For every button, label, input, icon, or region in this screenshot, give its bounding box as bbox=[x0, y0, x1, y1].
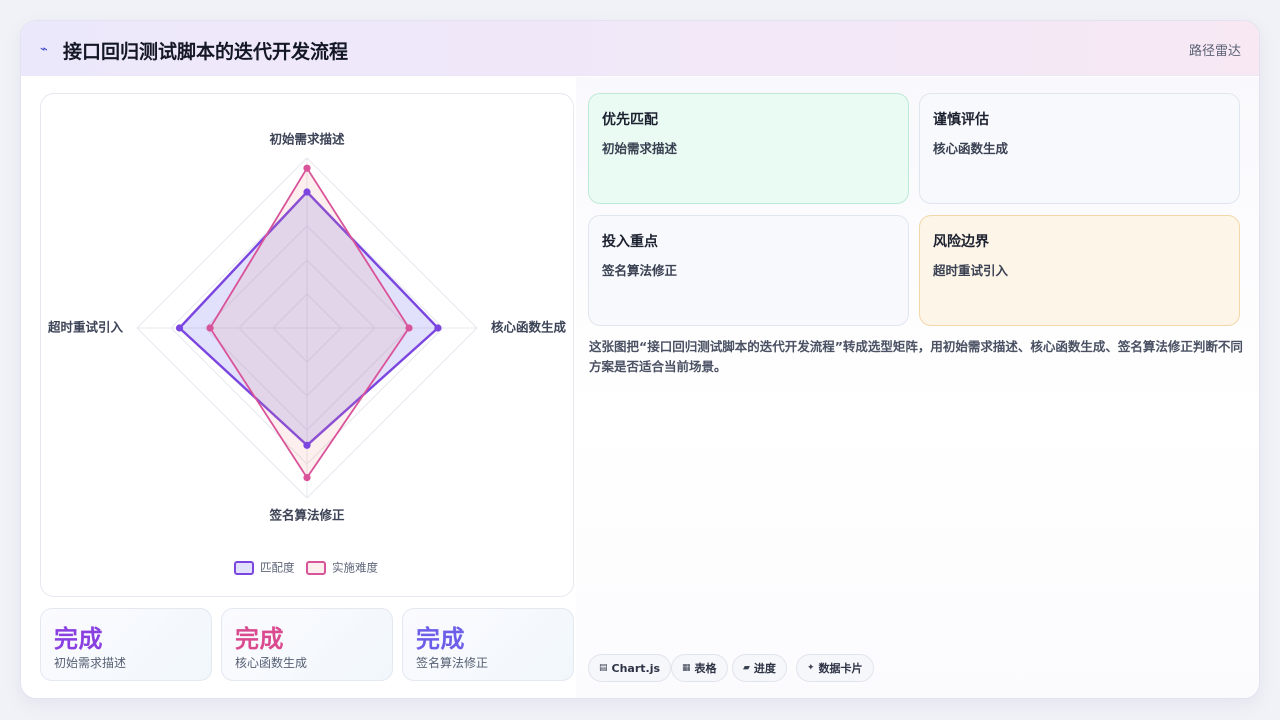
legend-swatch bbox=[306, 561, 326, 575]
data-point bbox=[175, 324, 184, 332]
card-title: 优先匹配 bbox=[602, 112, 658, 128]
card-title: 谨慎评估 bbox=[933, 112, 989, 128]
legend-label: 匹配度 bbox=[260, 561, 295, 575]
card-investment-focus[interactable]: 投入重点 签名算法修正 bbox=[588, 215, 909, 326]
stat-card-3: 完成 签名算法修正 bbox=[402, 608, 574, 681]
stat-value: 完成 bbox=[235, 625, 284, 653]
card-value: 核心函数生成 bbox=[933, 141, 1009, 156]
chip-label: Chart.js bbox=[611, 661, 661, 675]
stat-value: 完成 bbox=[54, 625, 103, 653]
data-point bbox=[303, 441, 311, 449]
stat-value: 完成 bbox=[416, 625, 465, 653]
card-priority-match[interactable]: 优先匹配 初始需求描述 bbox=[588, 93, 909, 204]
stat-card-2: 完成 核心函数生成 bbox=[221, 608, 393, 681]
data-point bbox=[405, 324, 413, 332]
chip-data-card[interactable]: ✦ 数据卡片 bbox=[796, 654, 874, 682]
sparkle-icon: ✦ bbox=[807, 663, 815, 673]
card-value: 超时重试引入 bbox=[933, 263, 1009, 278]
page-title: 接口回归测试脚本的迭代开发流程 bbox=[63, 41, 349, 63]
stat-label: 核心函数生成 bbox=[235, 656, 308, 670]
data-point bbox=[303, 188, 311, 196]
header-bar: ⌁ 接口回归测试脚本的迭代开发流程 路径雷达 bbox=[21, 21, 1259, 76]
chip-chartjs[interactable]: ▤ Chart.js bbox=[588, 654, 672, 682]
table-icon: ▤ bbox=[599, 663, 608, 673]
data-point bbox=[434, 324, 442, 332]
data-point bbox=[303, 474, 311, 482]
header-tag: 路径雷达 bbox=[1188, 44, 1241, 59]
chip-table[interactable]: ▦ 表格 bbox=[671, 654, 728, 682]
radar-chart-card: 初始需求描述核心函数生成签名算法修正 超时重试引入匹配度 实施难度 bbox=[40, 93, 574, 597]
card-title: 投入重点 bbox=[602, 234, 658, 250]
legend-swatch bbox=[234, 561, 254, 575]
dashboard-frame: ⌁ 接口回归测试脚本的迭代开发流程 路径雷达 初始需求描述 核心函数生成 签名算法修… bbox=[20, 20, 1260, 699]
trend-icon: ⌁ bbox=[40, 42, 48, 57]
chip-label: 表格 bbox=[694, 662, 717, 675]
grid-icon: ▦ bbox=[682, 663, 691, 673]
chip-label: 进度 bbox=[753, 662, 776, 675]
card-careful-eval[interactable]: 谨慎评估 核心函数生成 bbox=[919, 93, 1240, 204]
progress-icon: ▰ bbox=[743, 663, 750, 673]
axis-label: 核心函数生成 bbox=[491, 320, 567, 335]
card-value: 签名算法修正 bbox=[602, 263, 678, 278]
stat-label: 初始需求描述 bbox=[54, 656, 127, 670]
chip-label: 数据卡片 bbox=[818, 662, 863, 675]
axis-label: 超时重试引入 bbox=[47, 320, 124, 335]
stat-label: 签名算法修正 bbox=[416, 656, 489, 670]
axis-label: 初始需求描述 bbox=[269, 132, 345, 147]
description-text: 这张图把“接口回归测试脚本的迭代开发流程”转成选型矩阵，用初始需求描述、核心函数… bbox=[589, 339, 1243, 374]
legend-label: 实施难度 bbox=[332, 561, 378, 575]
chip-progress[interactable]: ▰ 进度 bbox=[732, 654, 787, 682]
stat-card-1: 完成 初始需求描述 bbox=[40, 608, 212, 681]
card-value: 初始需求描述 bbox=[602, 141, 678, 156]
axis-label: 签名算法修正 bbox=[268, 508, 345, 523]
card-risk-boundary[interactable]: 风险边界 超时重试引入 bbox=[919, 215, 1240, 326]
data-point bbox=[303, 164, 311, 172]
data-point bbox=[206, 324, 214, 332]
card-title: 风险边界 bbox=[933, 234, 989, 250]
radar-chart: 初始需求描述核心函数生成签名算法修正 超时重试引入匹配度 实施难度 bbox=[47, 132, 567, 575]
